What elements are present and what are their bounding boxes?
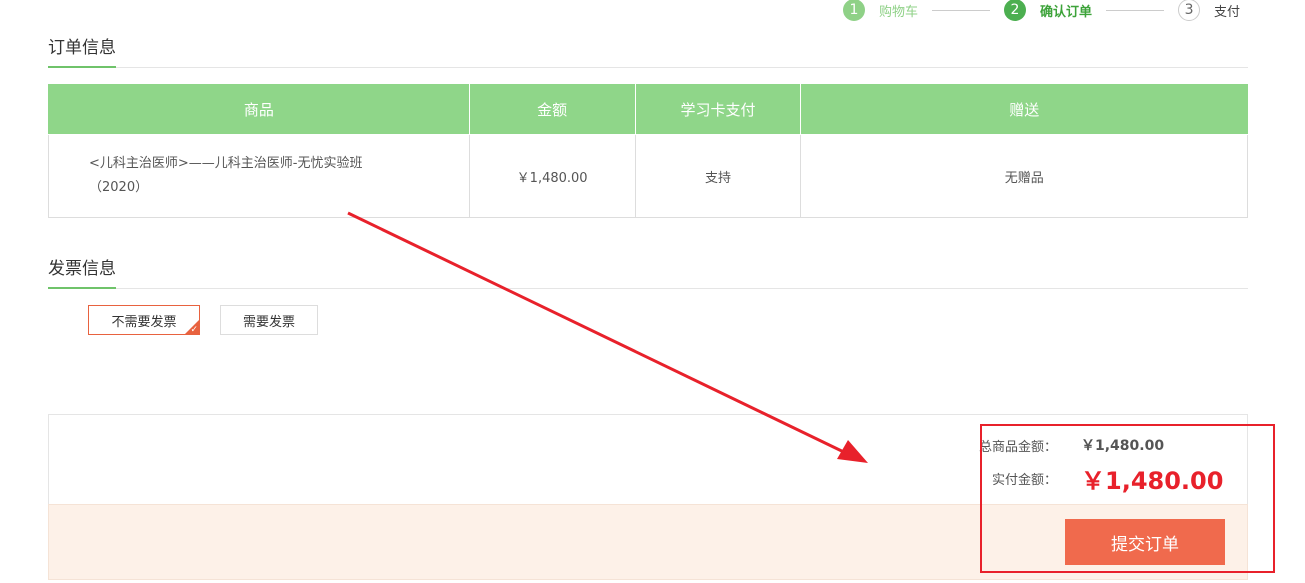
arrow-shaft xyxy=(347,211,851,457)
annotation-arrow xyxy=(347,211,868,463)
arrow-head xyxy=(837,440,868,463)
